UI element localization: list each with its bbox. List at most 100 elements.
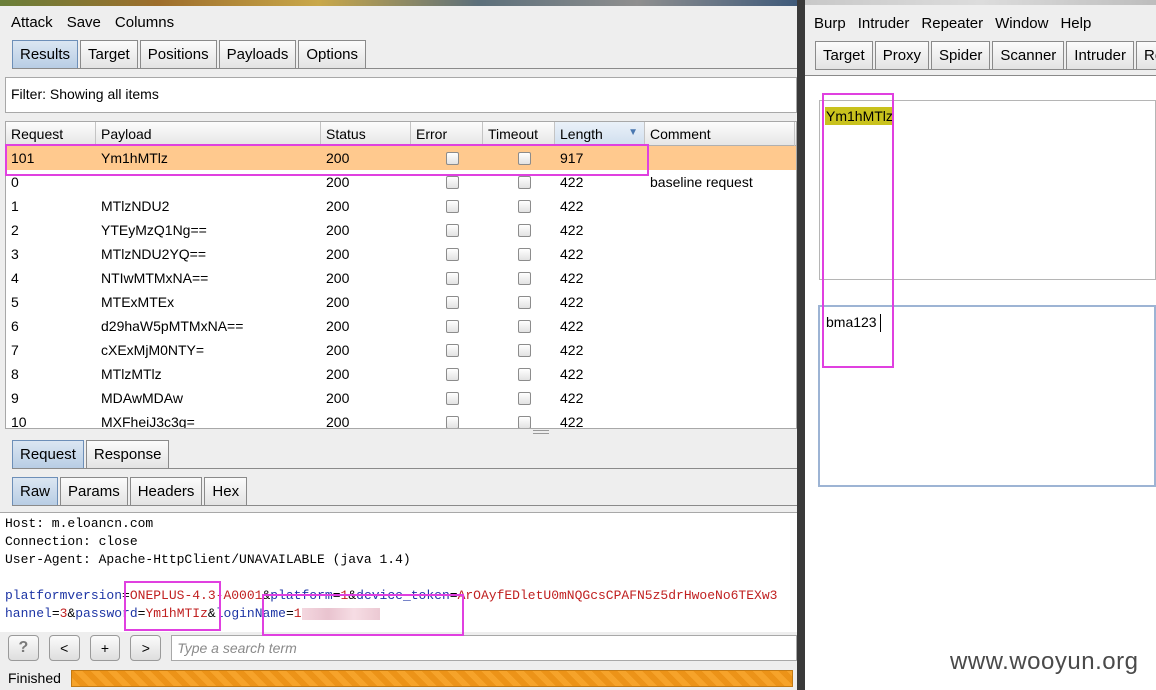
status-text: Finished (8, 670, 61, 686)
request-cell: 5 (11, 294, 19, 310)
burp-menubar: Burp Intruder Repeater Window Help (805, 9, 1096, 37)
next-match-button[interactable]: > (130, 635, 162, 661)
table-row[interactable]: 5 MTExMTEx 200 422 (6, 290, 796, 314)
menu-save[interactable]: Save (62, 14, 106, 31)
table-header: Request Payload Status Error Timeout Len… (6, 122, 796, 146)
error-checkbox[interactable] (446, 175, 459, 189)
table-row[interactable]: 6 d29haW5pMTMxNA== 200 422 (6, 314, 796, 338)
menu-burp[interactable]: Burp (809, 15, 851, 32)
timeout-checkbox[interactable] (518, 295, 531, 309)
timeout-checkbox[interactable] (518, 247, 531, 261)
timeout-checkbox[interactable] (518, 343, 531, 357)
table-row[interactable]: 1 MTlzNDU2 200 422 (6, 194, 796, 218)
error-checkbox[interactable] (446, 223, 459, 237)
progress-bar (70, 669, 793, 687)
table-row[interactable]: 2 YTEyMzQ1Ng== 200 422 (6, 218, 796, 242)
detail-tabs: Request Response (12, 440, 797, 469)
previous-match-button[interactable]: < (48, 635, 80, 661)
length-cell: 422 (560, 294, 584, 310)
error-checkbox[interactable] (446, 415, 459, 428)
error-checkbox[interactable] (446, 367, 459, 381)
annotation-box-login (262, 594, 464, 636)
table-row[interactable]: 7 cXExMjM0NTY= 200 422 (6, 338, 796, 362)
error-cell (411, 343, 483, 357)
tab-params[interactable]: Params (60, 477, 128, 505)
col-status[interactable]: Status (321, 122, 411, 146)
tab-raw[interactable]: Raw (12, 477, 59, 505)
payload-cell: YTEyMzQ1Ng== (101, 222, 207, 238)
timeout-checkbox[interactable] (518, 391, 531, 405)
help-button[interactable]: ? (8, 635, 39, 661)
tab-spider[interactable]: Spider (931, 41, 991, 69)
tab-response[interactable]: Response (85, 440, 170, 468)
tab-proxy[interactable]: Proxy (874, 41, 930, 69)
tab-target[interactable]: Target (80, 40, 138, 68)
error-checkbox[interactable] (446, 271, 459, 285)
timeout-checkbox[interactable] (518, 367, 531, 381)
tab-results[interactable]: Results (12, 40, 79, 68)
menu-intruder[interactable]: Intruder (853, 15, 915, 32)
desktop-strip (0, 0, 797, 6)
menu-repeater[interactable]: Repeater (916, 15, 988, 32)
table-row[interactable]: 8 MTlzMTlz 200 422 (6, 362, 796, 386)
payload-cell: MTlzMTlz (101, 366, 162, 382)
tab-target[interactable]: Target (815, 41, 873, 69)
timeout-checkbox[interactable] (518, 271, 531, 285)
timeout-checkbox[interactable] (518, 319, 531, 333)
payload-cell: MXFheiJ3c3g= (101, 414, 195, 429)
param-name: hannel (5, 606, 52, 621)
tab-intruder[interactable]: Intruder (1066, 41, 1134, 69)
filter-bar[interactable]: Filter: Showing all items (5, 77, 797, 113)
table-row[interactable]: 10 MXFheiJ3c3g= 200 422 (6, 410, 796, 429)
col-length[interactable]: Length ▼ (555, 122, 645, 146)
error-checkbox[interactable] (446, 343, 459, 357)
status-cell: 200 (326, 414, 350, 429)
add-button[interactable]: + (89, 635, 121, 661)
col-timeout[interactable]: Timeout (483, 122, 555, 146)
error-cell (411, 271, 483, 285)
tab-hex[interactable]: Hex (204, 477, 248, 505)
tab-scanner[interactable]: Scanner (992, 41, 1065, 69)
timeout-checkbox[interactable] (518, 199, 531, 213)
timeout-checkbox[interactable] (518, 223, 531, 237)
table-row[interactable]: 4 NTIwMTMxNA== 200 422 (6, 266, 796, 290)
error-checkbox[interactable] (446, 319, 459, 333)
timeout-cell (483, 415, 555, 428)
payload-cell: cXExMjM0NTY= (101, 342, 205, 358)
error-checkbox[interactable] (446, 295, 459, 309)
timeout-checkbox[interactable] (518, 415, 531, 428)
timeout-cell (483, 223, 555, 237)
table-row[interactable]: 3 MTlzNDU2YQ== 200 422 (6, 242, 796, 266)
col-request[interactable]: Request (6, 122, 96, 146)
col-payload[interactable]: Payload (96, 122, 321, 146)
tab-options[interactable]: Options (298, 40, 367, 68)
tab-repeater[interactable]: Rep (1135, 41, 1156, 69)
error-checkbox[interactable] (446, 391, 459, 405)
error-cell (411, 319, 483, 333)
error-checkbox[interactable] (446, 199, 459, 213)
tab-positions[interactable]: Positions (139, 40, 217, 68)
tab-request[interactable]: Request (12, 440, 84, 468)
status-cell: 200 (326, 342, 350, 358)
table-row[interactable]: 9 MDAwMDAw 200 422 (6, 386, 796, 410)
search-input[interactable]: Type a search term (171, 635, 797, 661)
col-error[interactable]: Error (411, 122, 483, 146)
menu-columns[interactable]: Columns (110, 14, 179, 31)
status-cell: 200 (326, 246, 350, 262)
status-cell: 200 (326, 318, 350, 334)
request-cell: 9 (11, 390, 19, 406)
payload-cell: MTlzNDU2YQ== (101, 246, 207, 262)
tab-payloads[interactable]: Payloads (218, 40, 297, 68)
error-checkbox[interactable] (446, 247, 459, 261)
menu-window[interactable]: Window (990, 15, 1053, 32)
menu-attack[interactable]: Attack (6, 14, 58, 31)
menu-help[interactable]: Help (1055, 15, 1096, 32)
col-comment[interactable]: Comment (645, 122, 795, 146)
timeout-cell (483, 199, 555, 213)
timeout-cell (483, 343, 555, 357)
tab-headers[interactable]: Headers (129, 477, 203, 505)
splitter-handle[interactable] (533, 430, 549, 434)
status-cell: 200 (326, 366, 350, 382)
annotation-box-password (124, 581, 221, 631)
timeout-checkbox[interactable] (518, 175, 531, 189)
